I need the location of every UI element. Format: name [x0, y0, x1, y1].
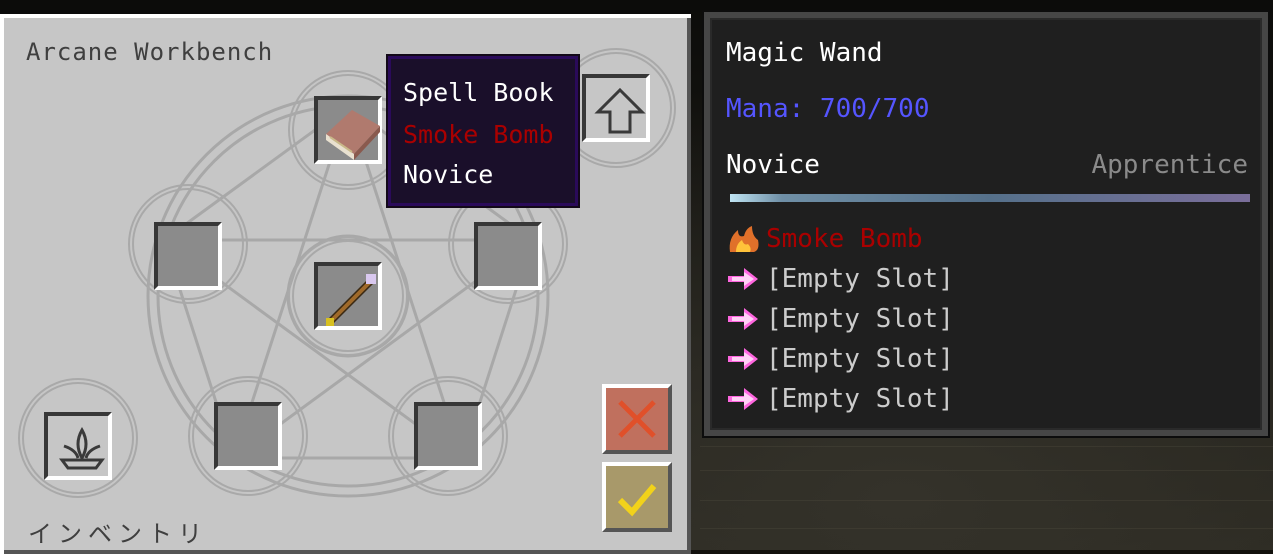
spell-book-icon — [326, 110, 380, 160]
spell-slot-row: Smoke Bomb — [726, 220, 923, 258]
lotus-icon — [59, 426, 105, 470]
magic-wand-icon — [326, 274, 376, 326]
tooltip-tier: Novice — [403, 160, 494, 189]
arrow-icon — [728, 308, 758, 330]
fire-icon — [729, 226, 759, 252]
mana-readout: Mana: 700/700 — [726, 94, 930, 124]
rune-slot-left[interactable] — [154, 222, 222, 290]
arrow-icon — [728, 348, 758, 370]
catalyst-slot[interactable] — [44, 412, 112, 480]
spell-slot-label: [Empty Slot] — [766, 384, 954, 414]
wand-name: Magic Wand — [726, 38, 883, 68]
rune-slot-right[interactable] — [474, 222, 542, 290]
tooltip-spell-name: Smoke Bomb — [403, 120, 554, 149]
spell-slot-row: [Empty Slot] — [726, 340, 954, 378]
spell-slot-label: [Empty Slot] — [766, 304, 954, 334]
confirm-button[interactable] — [602, 462, 672, 532]
upgrade-slot[interactable] — [582, 74, 650, 142]
rune-slot-bottom-right[interactable] — [414, 402, 482, 470]
rune-slot-bottom-left[interactable] — [214, 402, 282, 470]
cancel-button[interactable] — [602, 384, 672, 454]
spell-slot-label: [Empty Slot] — [766, 264, 954, 294]
spell-book-slot[interactable] — [314, 96, 382, 164]
spell-slot-row: [Empty Slot] — [726, 300, 954, 338]
arcane-workbench-panel: Arcane Workbench インベントリ — [0, 10, 691, 554]
spell-slot-label: Smoke Bomb — [766, 224, 923, 254]
spell-slot-row: [Empty Slot] — [726, 380, 954, 418]
wand-info-panel: Magic Wand Mana: 700/700 Novice Apprenti… — [704, 12, 1268, 436]
spell-slot-row: [Empty Slot] — [726, 260, 954, 298]
tier-progress-bar — [730, 194, 1250, 202]
up-arrow-icon — [594, 87, 646, 134]
current-tier-label: Novice — [726, 150, 820, 180]
close-icon — [618, 400, 656, 438]
tooltip-item-name: Spell Book — [403, 78, 554, 107]
inventory-label: インベントリ — [28, 520, 208, 548]
arrow-icon — [728, 388, 758, 410]
arrow-icon — [728, 268, 758, 290]
next-tier-label: Apprentice — [1091, 150, 1248, 180]
wand-slot[interactable] — [314, 262, 382, 330]
spell-slot-label: [Empty Slot] — [766, 344, 954, 374]
check-icon — [617, 484, 657, 517]
item-tooltip: Spell Book Smoke Bomb Novice — [388, 56, 578, 206]
